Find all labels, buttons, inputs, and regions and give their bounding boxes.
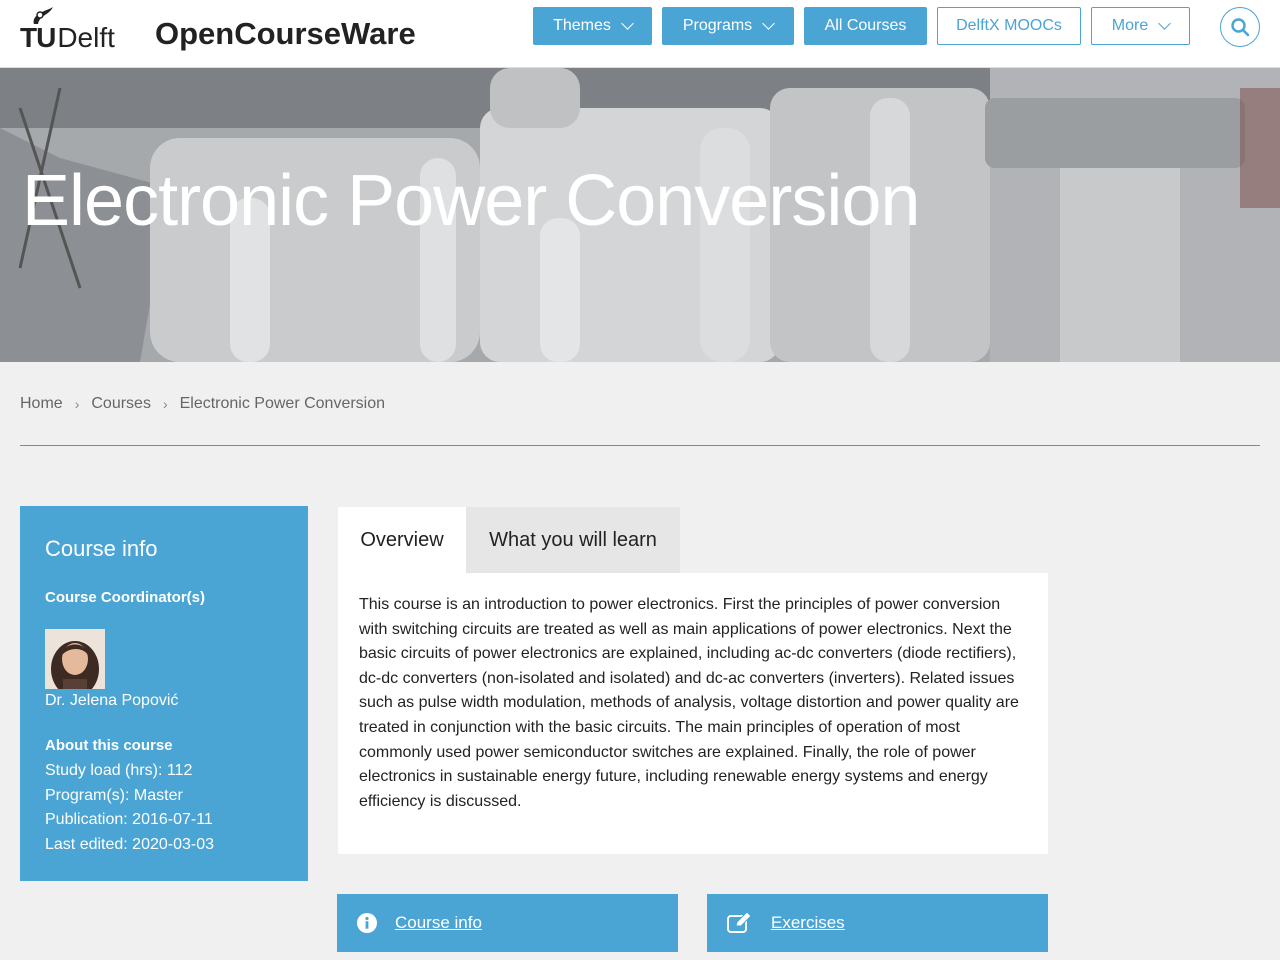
search-icon (1231, 18, 1250, 37)
overview-panel: This course is an introduction to power … (338, 573, 1048, 854)
nav-more-label: More (1111, 17, 1149, 34)
nav-delftx-label: DelftX MOOCs (956, 17, 1062, 34)
coordinator-photo (45, 629, 105, 689)
breadcrumb: Home › Courses › Electronic Power Conver… (20, 395, 385, 413)
publication-date: Publication: 2016-07-11 (45, 811, 213, 828)
nav-all-courses-button[interactable]: All Courses (804, 7, 927, 45)
tab-overview-label: Overview (360, 528, 444, 551)
last-edited-date: Last edited: 2020-03-03 (45, 836, 215, 853)
chevron-down-icon (762, 17, 776, 30)
site-title[interactable]: OpenCourseWare (155, 18, 416, 49)
site-header: TU Delft OpenCourseWare Themes Programs … (0, 0, 1280, 68)
course-info-sidebar: Course info Course Coordinator(s) Dr. Je… (20, 506, 308, 881)
logo-tu-text: TU (20, 22, 56, 53)
about-course-label: About this course (45, 737, 173, 754)
coordinator-avatar (45, 629, 105, 689)
nav-themes-button[interactable]: Themes (533, 7, 652, 45)
breadcrumb-home[interactable]: Home (20, 395, 63, 413)
tab-what-you-will-learn[interactable]: What you will learn (466, 507, 680, 573)
logo-delft-text: Delft (57, 22, 115, 53)
hero-title: Electronic Power Conversion (22, 161, 920, 241)
course-info-button[interactable]: Course info (337, 894, 678, 952)
chevron-down-icon (1158, 17, 1172, 30)
overview-text: This course is an introduction to power … (359, 596, 1019, 810)
search-button[interactable] (1220, 7, 1260, 47)
nav-delftx-button[interactable]: DelftX MOOCs (937, 7, 1081, 45)
hero-banner: Electronic Power Conversion (0, 68, 1280, 362)
coordinator-name[interactable]: Dr. Jelena Popović (45, 692, 178, 710)
coordinator-label: Course Coordinator(s) (45, 589, 206, 606)
tab-overview[interactable]: Overview (338, 507, 466, 573)
course-info-button-label: Course info (395, 913, 482, 932)
chevron-right-icon: › (162, 396, 168, 412)
tudelft-logo[interactable]: TU Delft (20, 7, 115, 53)
breadcrumb-courses[interactable]: Courses (91, 395, 151, 413)
nav-more-button[interactable]: More (1091, 7, 1190, 45)
info-icon (357, 913, 377, 933)
exercises-button-label: Exercises (771, 913, 845, 932)
exercises-button[interactable]: Exercises (707, 894, 1048, 952)
program: Program(s): Master (45, 787, 183, 804)
study-load: Study load (hrs): 112 (45, 762, 193, 779)
sidebar-title: Course info (45, 536, 158, 561)
nav-all-courses-label: All Courses (824, 17, 907, 34)
edit-icon (727, 912, 752, 933)
chevron-right-icon: › (74, 396, 80, 412)
flame-icon (33, 7, 53, 24)
nav-themes-label: Themes (553, 17, 611, 34)
tab-learn-label: What you will learn (489, 528, 657, 551)
nav-programs-button[interactable]: Programs (662, 7, 794, 45)
chevron-down-icon (621, 17, 634, 30)
nav-programs-label: Programs (682, 17, 753, 34)
breadcrumb-divider (20, 445, 1260, 446)
breadcrumb-current: Electronic Power Conversion (179, 395, 386, 412)
